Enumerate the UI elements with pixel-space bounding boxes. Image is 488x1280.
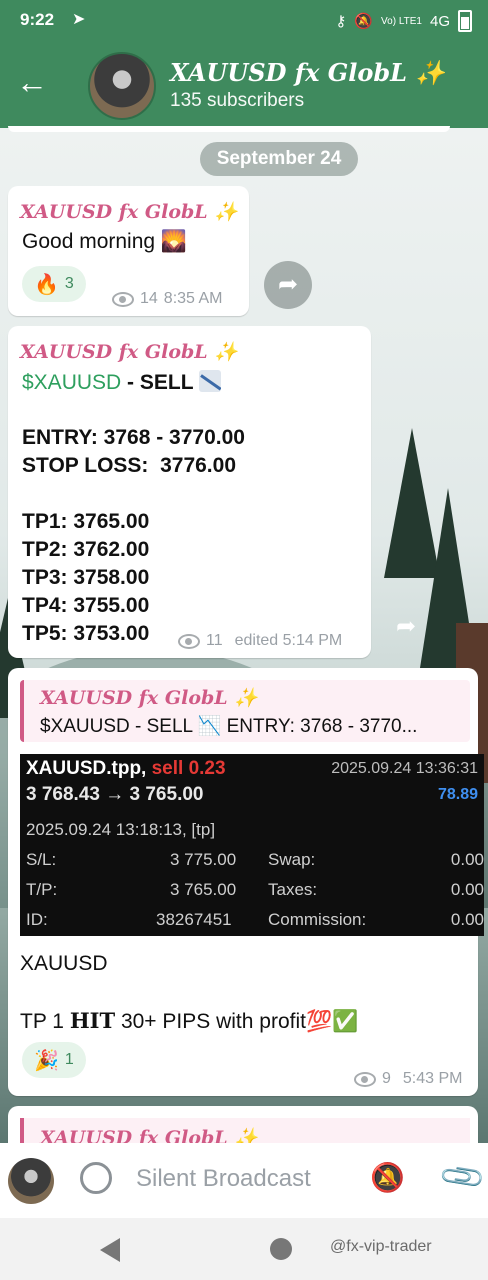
tp-line: TP1: 3765.00 [22, 510, 150, 533]
message-input[interactable]: Silent Broadcast [136, 1165, 311, 1193]
status-time: 9:22 [20, 10, 55, 29]
message-text: TP 1 HIT 30+ PIPS with profit💯✅ [20, 1008, 358, 1034]
reply-quote[interactable]: XAUUSD fx GlobL ✨ $XAUUSD - SELL 📉 ENTRY… [20, 680, 470, 742]
trade-symbol: XAUUSD.tpp, [26, 758, 147, 779]
eye-icon [112, 291, 134, 307]
tp-line: TP5: 3753.00 [22, 622, 150, 645]
arrow-left-icon[interactable]: ← [16, 64, 48, 100]
swap-label: Swap: [268, 850, 316, 869]
stop-loss-line: STOP LOSS: 3776.00 [22, 454, 236, 477]
channel-avatar[interactable] [88, 52, 156, 120]
message-text: XAUUSD [20, 952, 108, 975]
tp-label: T/P: [26, 880, 58, 899]
trade-datetime: 2025.09.24 13:36:31 [331, 760, 478, 777]
view-count: 9 [382, 1070, 391, 1087]
paperclip-icon[interactable]: 📎 [437, 1152, 488, 1203]
forward-icon[interactable]: ➦ [396, 612, 416, 641]
commission-value: 0.00 [450, 910, 484, 929]
message-text: Good morning 🌄 [22, 230, 188, 253]
tp-prefix: TP 1 [20, 1010, 70, 1033]
send-as-avatar[interactable] [8, 1158, 54, 1204]
entry-line: ENTRY: 3768 - 3770.00 [22, 426, 245, 449]
party-popper-emoji: 🎉 [34, 1049, 59, 1072]
taxes-value: 0.00 [450, 880, 484, 899]
symbol-link[interactable]: $XAUUSD [22, 371, 121, 394]
commission-label: Commission: [268, 910, 367, 929]
reply-text: $XAUUSD - SELL 📉 ENTRY: 3768 - 3770... [40, 716, 418, 737]
message-bubble[interactable]: XAUUSD fx GlobL ✨ Good morning 🌄 🔥 3 14 … [8, 186, 249, 316]
battery-icon [458, 10, 472, 32]
id-value: 38267451 [156, 910, 232, 929]
message-time: 8:35 AM [163, 290, 223, 307]
id-label: ID: [26, 910, 48, 929]
bell-off-icon[interactable]: 🔕 [370, 1161, 405, 1194]
swap-value: 0.00 [450, 850, 484, 869]
emoji-icon[interactable] [80, 1162, 112, 1194]
eye-icon [178, 633, 200, 649]
key-icon: ⚷ [335, 13, 347, 30]
tp-line: TP3: 3758.00 [22, 566, 150, 589]
message-bubble[interactable]: XAUUSD fx GlobL ✨ $XAUUSD - SELL 📉 ENTRY… [8, 668, 484, 1096]
status-icons: ⚷ 🔕 Vo) LTE1 4G [335, 10, 472, 32]
trade-screenshot[interactable]: XAUUSD.tpp, sell 0.23 2025.09.24 13:36:3… [20, 754, 484, 936]
signal-headline: $XAUUSD - SELL [22, 370, 221, 395]
message-bubble[interactable]: XAUUSD fx GlobL ✨ $XAUUSD - SELL ENTRY: … [8, 326, 371, 658]
reaction-count: 3 [64, 275, 74, 292]
trade-prices: 3 768.43 → 3 765.00 [26, 784, 204, 805]
network-label: Vo) LTE1 [381, 15, 422, 27]
tp-value: 3 765.00 [170, 880, 237, 899]
reaction-chip[interactable]: 🎉 1 [22, 1042, 86, 1078]
message-sender[interactable]: XAUUSD fx GlobL ✨ [20, 200, 238, 223]
signal-action: - SELL [121, 371, 199, 394]
date-separator: September 24 [200, 142, 358, 176]
eye-icon [354, 1071, 376, 1087]
hit-word: HIT [69, 1008, 116, 1033]
mute-icon: 🔕 [354, 13, 374, 30]
view-count: 11 [206, 632, 223, 649]
chat-header: ← XAUUSD fx GlobL ✨ 135 subscribers [0, 42, 488, 128]
message-meta: 14 8:35 AM [112, 290, 223, 308]
message-time: edited 5:14 PM [234, 632, 343, 649]
nav-back-icon[interactable] [100, 1238, 120, 1262]
signal-label: 4G [429, 12, 450, 30]
message-sender[interactable]: XAUUSD fx GlobL ✨ [20, 340, 238, 363]
message-meta: 9 5:43 PM [354, 1070, 463, 1088]
system-nav-bar: @fx-vip-trader [0, 1218, 488, 1280]
chart-decreasing-icon [199, 370, 221, 392]
trade-side: sell 0.23 [151, 758, 226, 779]
taxes-label: Taxes: [268, 880, 318, 899]
tp-line: TP4: 3755.00 [22, 594, 150, 617]
tp-suffix: 30+ PIPS with profit💯✅ [115, 1010, 359, 1033]
fire-emoji: 🔥 [34, 273, 59, 296]
sl-value: 3 775.00 [170, 850, 237, 869]
message-meta: 11 edited 5:14 PM [178, 632, 342, 650]
subscriber-count: 135 subscribers [170, 90, 305, 111]
reaction-count: 1 [64, 1051, 74, 1068]
reaction-chip[interactable]: 🔥 3 [22, 266, 86, 302]
sl-label: S/L: [26, 850, 57, 869]
reply-sender: XAUUSD fx GlobL ✨ [40, 687, 258, 709]
trade-profit: 78.89 [437, 786, 478, 803]
status-bar: 9:22 ➤ ⚷ 🔕 Vo) LTE1 4G [0, 0, 488, 42]
tp-line: TP2: 3762.00 [22, 538, 150, 561]
nav-home-icon[interactable] [270, 1238, 292, 1260]
previous-message-edge [8, 126, 450, 132]
view-count: 14 [140, 290, 158, 307]
message-composer: Silent Broadcast 🔕 📎 [0, 1143, 488, 1218]
channel-title[interactable]: XAUUSD fx GlobL ✨ [170, 58, 445, 87]
message-time: 5:43 PM [402, 1070, 463, 1087]
paper-plane-icon: ➤ [72, 11, 86, 28]
trade-open-time: 2025.09.24 13:18:13, [tp] [26, 820, 216, 839]
watermark: @fx-vip-trader [330, 1238, 432, 1255]
forward-icon[interactable]: ➦ [264, 261, 312, 309]
